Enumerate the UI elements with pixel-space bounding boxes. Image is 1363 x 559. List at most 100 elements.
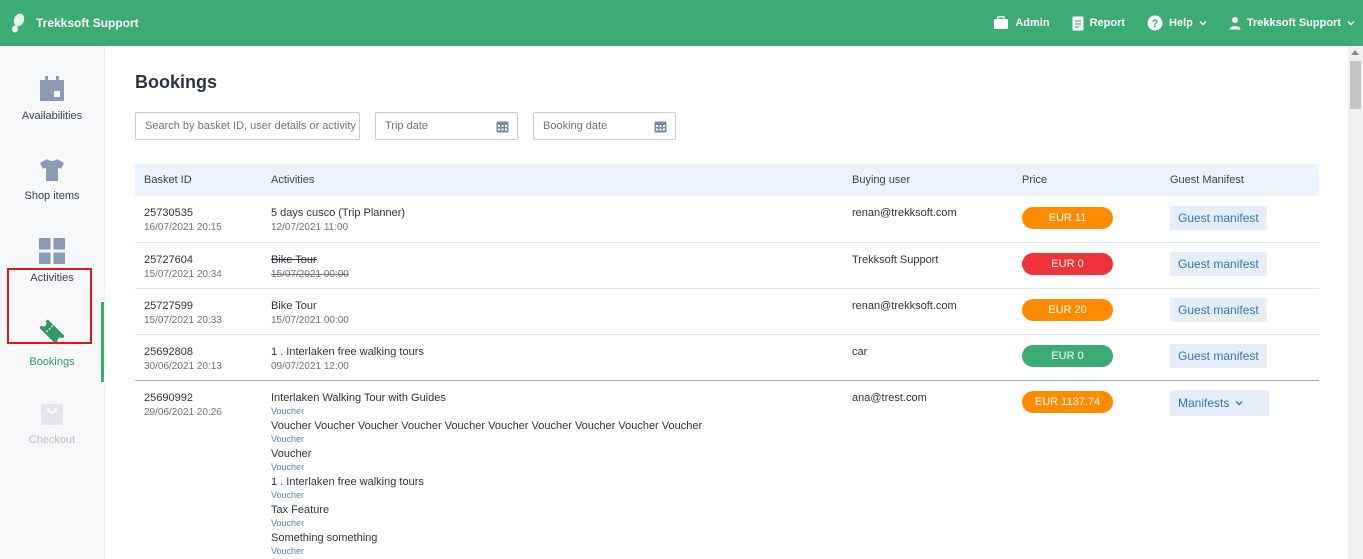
page-title: Bookings xyxy=(135,72,218,92)
table-row[interactable]: 25727604 15/07/2021 20:34 Bike Tour 15/0… xyxy=(135,243,1319,289)
price-badge: EUR 1137.74 xyxy=(1022,391,1113,413)
sidebar-item-label: Availabilities xyxy=(21,110,83,122)
activity-type: Voucher xyxy=(271,462,305,472)
table-header: Basket ID Activities Buying user Price G… xyxy=(135,164,1319,196)
user-icon xyxy=(1229,17,1241,30)
vertical-scrollbar[interactable] xyxy=(1348,46,1363,559)
grid-icon xyxy=(39,238,65,264)
table-row[interactable]: 25690992 29/06/2021 20:26 Interlaken Wal… xyxy=(135,381,1319,559)
scroll-up-arrow[interactable] xyxy=(1351,50,1359,55)
activity-name[interactable]: Interlaken Walking Tour with Guides xyxy=(271,392,702,404)
help-menu[interactable]: ? Help xyxy=(1147,15,1207,31)
activity-name[interactable]: Something something xyxy=(271,532,702,544)
brand-name: Trekksoft Support xyxy=(36,16,139,30)
activity-list: Interlaken Walking Tour with Guides Vouc… xyxy=(271,392,702,559)
guest-manifest-button[interactable]: Guest manifest xyxy=(1170,252,1267,276)
activity-name[interactable]: 1 . Interlaken free walking tours xyxy=(271,476,702,488)
manifests-dropdown[interactable]: Manifests xyxy=(1170,390,1269,416)
user-label: Trekksoft Support xyxy=(1246,17,1341,29)
brand[interactable]: Trekksoft Support xyxy=(10,13,139,33)
basket-id[interactable]: 25727604 xyxy=(144,254,222,266)
search-field[interactable] xyxy=(135,112,360,140)
report-label: Report xyxy=(1089,17,1126,29)
report-icon xyxy=(1072,16,1084,30)
activity-type: Voucher xyxy=(271,518,305,528)
booking-date-field[interactable] xyxy=(533,112,676,140)
booking-date: 16/07/2021 20:15 xyxy=(144,222,222,233)
main-content: Bookings Basket ID Activities Buying use… xyxy=(105,46,1348,559)
guest-manifest-button[interactable]: Guest manifest xyxy=(1170,298,1267,322)
booking-date: 30/06/2021 20:13 xyxy=(144,361,222,372)
price-badge: EUR 11 xyxy=(1022,207,1113,229)
activity-name[interactable]: 5 days cusco (Trip Planner) xyxy=(271,207,405,219)
report-menu[interactable]: Report xyxy=(1072,16,1125,31)
activity-date: 09/07/2021 12:00 xyxy=(271,361,349,372)
basket-id[interactable]: 25692808 xyxy=(144,346,222,358)
buying-user: renan@trekksoft.com xyxy=(852,300,957,312)
price-badge: EUR 20 xyxy=(1022,299,1113,321)
price-badge: EUR 0 xyxy=(1022,345,1113,367)
calendar-icon[interactable] xyxy=(496,120,509,133)
activity-name[interactable]: Tax Feature xyxy=(271,504,702,516)
sidebar-item-availabilities[interactable]: Availabilities xyxy=(0,59,104,139)
shopping-bag-icon xyxy=(41,404,63,425)
sidebar-item-label: Checkout xyxy=(28,434,76,446)
activity-date: 15/07/2021 00:00 xyxy=(271,315,349,326)
calendar-icon[interactable] xyxy=(654,120,667,133)
buying-user: Trekksoft Support xyxy=(852,254,939,266)
user-menu[interactable]: Trekksoft Support xyxy=(1229,16,1355,30)
price-badge: EUR 0 xyxy=(1022,253,1113,275)
basket-id[interactable]: 25730535 xyxy=(144,207,222,219)
calendar-icon xyxy=(40,76,64,101)
sidebar-item-shop-items[interactable]: Shop items xyxy=(0,140,104,220)
bookings-table: Basket ID Activities Buying user Price G… xyxy=(135,164,1319,559)
trip-date-field[interactable] xyxy=(375,112,518,140)
activity-name[interactable]: Voucher xyxy=(271,448,702,460)
svg-text:?: ? xyxy=(1152,18,1159,30)
guest-manifest-button[interactable]: Guest manifest xyxy=(1170,344,1267,368)
header-activities[interactable]: Activities xyxy=(271,174,314,186)
header-price[interactable]: Price xyxy=(1022,174,1047,186)
booking-date: 15/07/2021 20:33 xyxy=(144,315,222,326)
header-buying-user[interactable]: Buying user xyxy=(852,174,910,186)
activity-type: Voucher xyxy=(271,406,305,416)
manifests-label: Manifests xyxy=(1178,396,1230,410)
guest-manifest-button[interactable]: Guest manifest xyxy=(1170,206,1267,230)
help-icon: ? xyxy=(1147,15,1163,31)
sidebar-item-checkout: Checkout xyxy=(0,383,104,463)
chevron-down-icon xyxy=(1347,21,1355,26)
activity-type: Voucher xyxy=(271,434,305,444)
selection-highlight xyxy=(7,268,92,344)
briefcase-icon xyxy=(994,16,1009,29)
header-basket-id[interactable]: Basket ID xyxy=(144,174,192,186)
booking-date: 15/07/2021 20:34 xyxy=(144,269,222,280)
sidebar-item-label: Shop items xyxy=(24,190,80,202)
activity-type: Voucher xyxy=(271,546,305,556)
search-input[interactable] xyxy=(145,120,359,132)
buying-user: renan@trekksoft.com xyxy=(852,207,957,219)
shirt-icon xyxy=(40,159,64,181)
buying-user: car xyxy=(852,346,868,358)
top-bar: Trekksoft Support Admin Report ? Help Tr… xyxy=(0,0,1363,46)
scroll-thumb[interactable] xyxy=(1350,61,1361,109)
header-guest-manifest[interactable]: Guest Manifest xyxy=(1170,174,1244,186)
activity-date: 15/07/2021 00:00 xyxy=(271,269,349,280)
table-row[interactable]: 25692808 30/06/2021 20:13 1 . Interlaken… xyxy=(135,335,1319,381)
buying-user: ana@trest.com xyxy=(852,392,927,404)
table-row[interactable]: 25727599 15/07/2021 20:33 Bike Tour 15/0… xyxy=(135,289,1319,335)
activity-date: 12/07/2021 11:00 xyxy=(271,222,349,233)
activity-name[interactable]: Voucher Voucher Voucher Voucher Voucher … xyxy=(271,420,702,432)
booking-date: 29/06/2021 20:26 xyxy=(144,407,222,418)
admin-menu[interactable]: Admin xyxy=(993,16,1050,30)
footprint-logo-icon xyxy=(12,13,25,33)
table-row[interactable]: 25730535 16/07/2021 20:15 5 days cusco (… xyxy=(135,196,1319,243)
basket-id[interactable]: 25690992 xyxy=(144,392,222,404)
activity-name[interactable]: 1 . Interlaken free walking tours xyxy=(271,346,424,358)
activity-name[interactable]: Bike Tour xyxy=(271,300,349,312)
basket-id[interactable]: 25727599 xyxy=(144,300,222,312)
activity-name[interactable]: Bike Tour xyxy=(271,254,349,266)
chevron-down-icon xyxy=(1235,401,1243,406)
chevron-down-icon xyxy=(1199,21,1207,26)
activity-type: Voucher xyxy=(271,490,305,500)
help-label: Help xyxy=(1169,17,1193,29)
